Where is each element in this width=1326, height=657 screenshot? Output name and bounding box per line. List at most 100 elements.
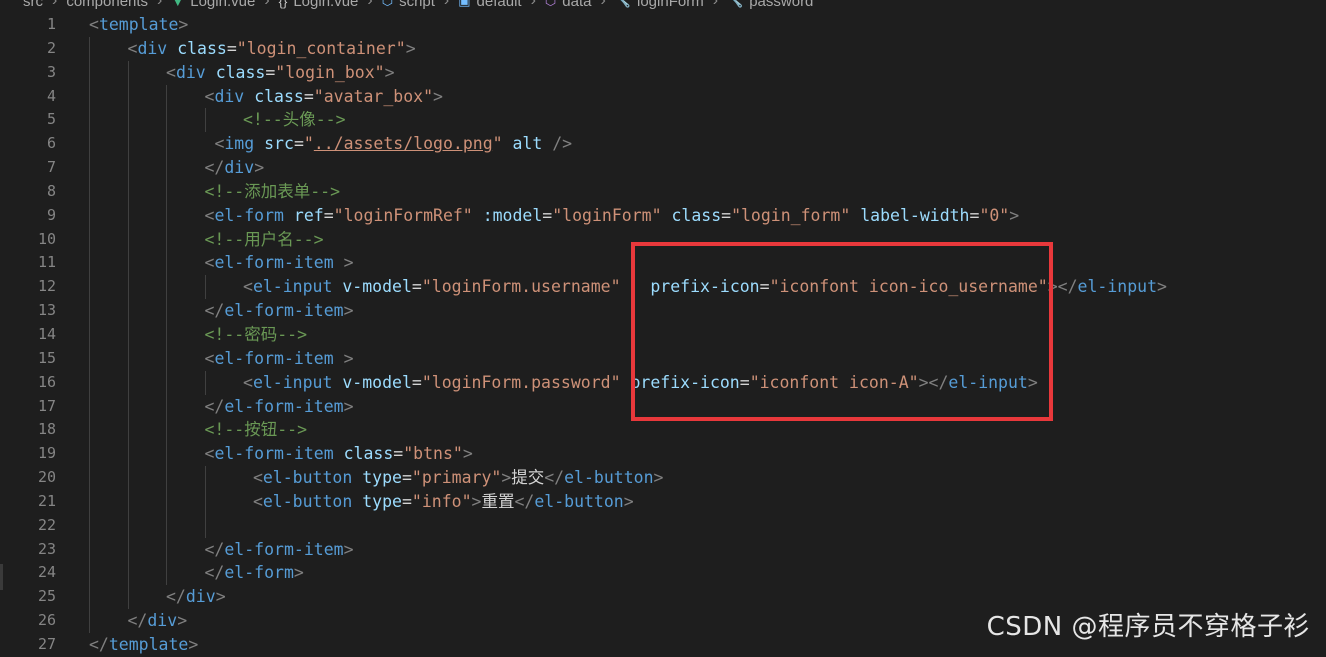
code-token: <: [204, 348, 215, 368]
code-token: v-model: [342, 372, 412, 392]
line-number: 14: [37, 324, 56, 343]
breadcrumb-item[interactable]: src: [23, 0, 43, 10]
breadcrumb-item[interactable]: 🔧 loginForm: [615, 0, 704, 10]
indent-guide: [127, 346, 129, 371]
line-number: 9: [46, 205, 56, 224]
breadcrumb-item[interactable]: 🔧 password: [727, 0, 813, 10]
code-token: el-input: [1077, 277, 1158, 297]
code-line[interactable]: 3 <div class="login_box">: [0, 60, 1326, 85]
code-token: >: [177, 611, 188, 631]
indent-guide: [127, 322, 129, 347]
code-line[interactable]: 4 <div class="avatar_box">: [0, 84, 1326, 109]
code-token: =: [969, 205, 980, 225]
code-line[interactable]: 2 <div class="login_container">: [0, 36, 1326, 61]
breadcrumb-item[interactable]: components: [66, 0, 148, 10]
indent-guide: [166, 466, 167, 490]
code-text: <el-form ref="loginFormRef" :model="logi…: [205, 204, 1020, 228]
line-number: 18: [37, 420, 56, 439]
line-number: 2: [46, 38, 56, 57]
code-text: </template>: [89, 633, 198, 657]
code-token: =: [226, 38, 237, 58]
code-token: el-form-item: [224, 396, 344, 416]
code-token: >: [188, 634, 199, 654]
code-token: ../assets/logo.png: [313, 134, 493, 154]
code-line[interactable]: 24 </el-form>: [0, 561, 1326, 586]
indent-guide: [89, 585, 90, 610]
chevron-right-icon: ›: [530, 0, 536, 9]
line-number: 20: [37, 468, 56, 487]
code-token: ": [303, 134, 314, 154]
chevron-right-icon: ›: [600, 0, 606, 9]
indent-guide: [127, 370, 129, 395]
code-line[interactable]: 8 <!--添加表单-->: [0, 179, 1326, 204]
breadcrumb-item[interactable]: ▼ Login.vue: [171, 0, 255, 10]
indent-guide: [127, 513, 129, 538]
indent-guide: [89, 132, 90, 157]
line-number: 12: [37, 277, 56, 296]
code-token: type: [362, 468, 402, 488]
code-token: >: [254, 158, 265, 178]
code-token: <: [243, 277, 253, 297]
line-number: 16: [37, 372, 56, 391]
code-text: <!--头像-->: [243, 108, 346, 132]
code-line[interactable]: 23 </el-form-item>: [0, 537, 1326, 562]
line-number: 1: [46, 15, 56, 33]
breadcrumb-item[interactable]: ⬡ script: [382, 0, 435, 10]
indent-guide: [127, 585, 129, 610]
breadcrumb-label: Login.vue: [293, 0, 359, 10]
indent-guide: [166, 84, 167, 109]
code-text: <el-button type="info">重置</el-button>: [243, 490, 634, 514]
code-line[interactable]: 21 <el-button type="info">重置</el-button>: [0, 489, 1326, 514]
code-line[interactable]: 6 <img src="../assets/logo.png" alt />: [0, 132, 1326, 157]
indent-guide: [127, 132, 129, 157]
code-line[interactable]: 20 <el-button type="primary">提交</el-butt…: [0, 466, 1326, 490]
code-token: el-button: [262, 491, 353, 511]
code-token: =: [293, 134, 304, 154]
code-line[interactable]: 1 <template>: [0, 13, 1326, 37]
code-line[interactable]: 18 <!--按钮-->: [0, 418, 1326, 443]
code-token: "loginForm.password": [421, 372, 621, 392]
code-token: div: [147, 611, 178, 631]
line-number: 10: [37, 229, 56, 248]
breadcrumb-label: Login.vue: [190, 0, 256, 10]
code-line[interactable]: 19 <el-form-item class="btns">: [0, 442, 1326, 467]
code-token: >: [1009, 205, 1020, 225]
code-line[interactable]: 22: [0, 513, 1326, 538]
code-line[interactable]: 5 <!--头像-->: [0, 108, 1326, 133]
code-token: el-form-item: [224, 539, 344, 559]
code-token: el-input: [252, 372, 333, 392]
code-token: el-form-item: [214, 444, 334, 464]
code-line[interactable]: 9 <el-form ref="loginFormRef" :model="log…: [0, 203, 1326, 228]
code-token: =: [401, 468, 412, 488]
indent-guide: [89, 537, 90, 562]
code-token: =: [542, 205, 553, 225]
breadcrumb-item[interactable]: ⬡ data: [545, 0, 592, 10]
indent-guide: [204, 513, 206, 538]
code-token: el-input: [252, 277, 333, 297]
code-token: type: [362, 491, 402, 511]
indent-guide: [89, 227, 90, 252]
code-token: </: [204, 158, 225, 178]
code-token: <: [166, 62, 176, 82]
code-token: "login_box": [275, 62, 385, 82]
code-token: "info": [411, 491, 472, 511]
code-token: <: [204, 205, 215, 225]
code-token: >: [471, 491, 482, 511]
indent-guide: [127, 227, 129, 252]
indent-guide: [166, 346, 167, 371]
breadcrumb-item[interactable]: {} Login.vue: [279, 0, 359, 10]
indent-guide: [127, 84, 129, 109]
code-text: <el-form-item >: [205, 251, 354, 275]
code-token: </: [89, 634, 109, 654]
breadcrumb-item[interactable]: ▣ default: [458, 0, 521, 10]
code-text: </el-form>: [205, 561, 304, 585]
breadcrumb-label: data: [562, 0, 592, 10]
code-text: <!--用户名-->: [205, 228, 324, 252]
breadcrumb-label: loginForm: [637, 0, 704, 10]
code-line[interactable]: 7 </div>: [0, 156, 1326, 180]
code-text: <el-form-item class="btns">: [205, 442, 473, 466]
